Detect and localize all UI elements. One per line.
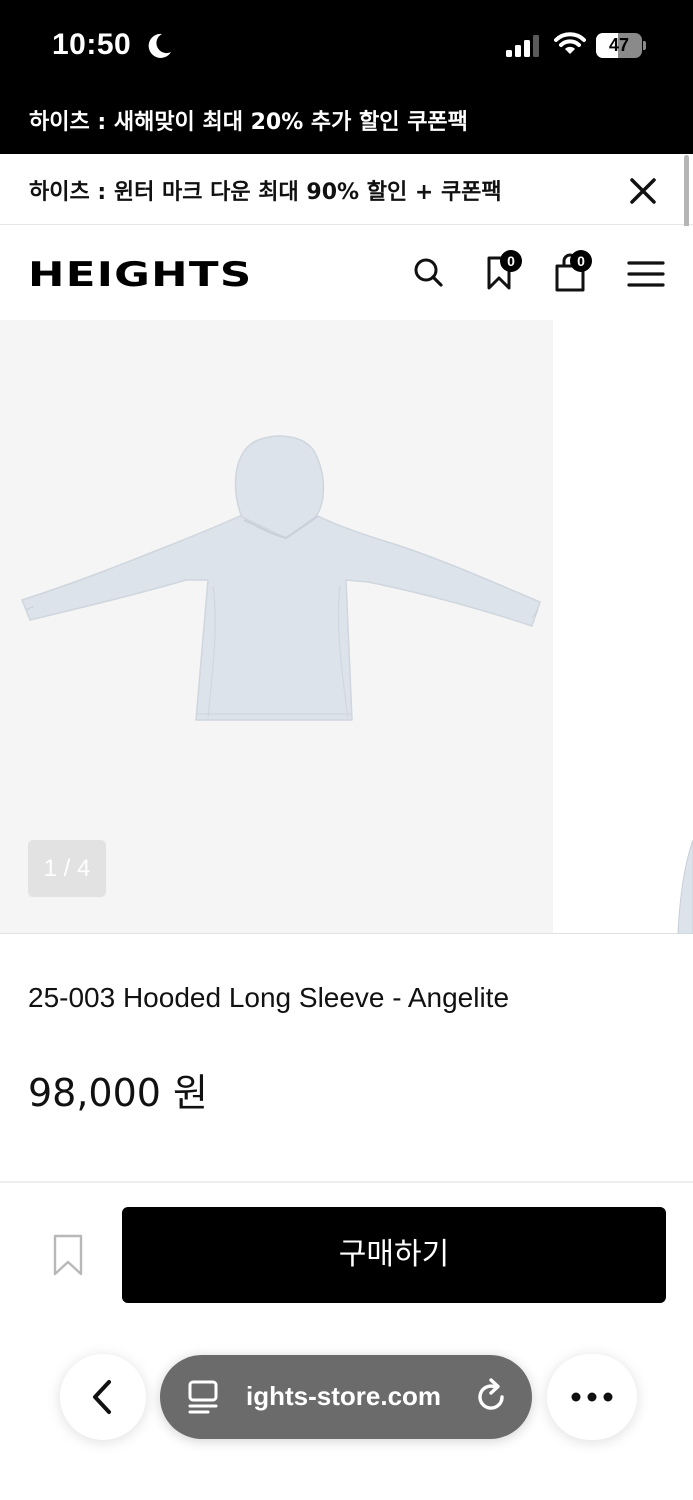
- brand-logo[interactable]: HEIGHTS: [28, 255, 252, 295]
- close-icon: [630, 178, 656, 204]
- status-bar: 10:50 47: [0, 0, 693, 90]
- promo-banner-second[interactable]: 하이츠 : 윈터 마크 다운 최대 90% 할인 + 쿠폰팩: [0, 154, 693, 225]
- wishlist-button[interactable]: [48, 1232, 88, 1278]
- divider: [0, 1181, 693, 1183]
- battery-body: 47: [596, 33, 642, 58]
- site-header: HEIGHTS 0 0: [0, 226, 693, 320]
- reload-icon[interactable]: [474, 1377, 510, 1417]
- cellular-signal-icon: [506, 35, 542, 62]
- close-banner-button[interactable]: [622, 170, 664, 212]
- bookmark-icon[interactable]: 0: [480, 250, 522, 294]
- search-icon[interactable]: [408, 250, 448, 294]
- product-gallery[interactable]: 1 / 4: [0, 320, 693, 934]
- next-slide-image-peek: [677, 840, 693, 934]
- product-name: 25-003 Hooded Long Sleeve - Angelite: [28, 982, 510, 1013]
- buy-button[interactable]: 구매하기: [122, 1207, 666, 1303]
- back-chevron-icon: [93, 1380, 111, 1414]
- browser-back-button[interactable]: [60, 1354, 146, 1440]
- bookmark-outline-icon: [53, 1234, 83, 1276]
- battery-tip: [643, 41, 646, 50]
- battery-icon: 47: [596, 33, 646, 58]
- promo-top-text: 하이츠 : 새해맞이 최대 20% 추가 할인 쿠폰팩: [29, 110, 468, 135]
- gallery-slide-next[interactable]: [554, 320, 693, 933]
- browser-more-button[interactable]: [547, 1354, 637, 1440]
- url-text: ights-store.com: [246, 1381, 442, 1411]
- shopping-bag-icon[interactable]: 0: [550, 250, 592, 294]
- product-price: 98,000 원: [28, 1071, 209, 1115]
- more-dots-icon: [571, 1392, 613, 1402]
- hooded-long-sleeve-image: [21, 435, 541, 721]
- cart-count-badge: 0: [570, 250, 592, 272]
- tabs-icon: [188, 1380, 218, 1414]
- battery-level: 47: [608, 35, 630, 55]
- promo-banner-top[interactable]: 하이츠 : 새해맞이 최대 20% 추가 할인 쿠폰팩: [0, 90, 693, 154]
- wishlist-count-badge: 0: [500, 250, 522, 272]
- address-bar[interactable]: ights-store.com: [160, 1355, 532, 1439]
- status-time: 10:50: [52, 28, 132, 61]
- gallery-slide-current[interactable]: 1 / 4: [0, 320, 553, 933]
- slide-counter: 1 / 4: [28, 840, 106, 897]
- wifi-icon: [554, 32, 586, 61]
- promo-second-text: 하이츠 : 윈터 마크 다운 최대 90% 할인 + 쿠폰팩: [29, 180, 502, 205]
- moon-icon: [148, 33, 172, 64]
- hamburger-menu-icon[interactable]: [626, 250, 666, 294]
